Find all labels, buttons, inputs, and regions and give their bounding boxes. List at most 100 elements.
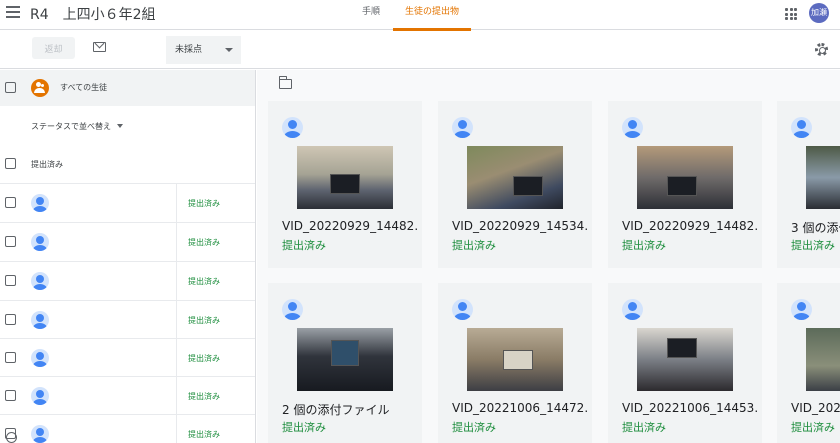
sort-dropdown[interactable]: ステータスで並べ替え xyxy=(31,121,123,132)
group-label-submitted: 提出済み xyxy=(31,160,63,169)
avatar xyxy=(452,117,473,138)
submission-card[interactable]: 2 個の添付ファイル 提出済み xyxy=(268,283,422,443)
submission-status: 提出済み xyxy=(622,421,666,434)
submission-card[interactable]: VID_20221006_14… 提出済み xyxy=(777,283,840,443)
student-list-panel: すべての生徒 ステータスで並べ替え 提出済み 提出済み 提出済み 提出済み 提出… xyxy=(0,70,256,443)
group-checkbox[interactable] xyxy=(5,158,16,169)
tab-student-work[interactable]: 生徒の提出物 xyxy=(393,0,471,31)
video-thumbnail[interactable] xyxy=(467,146,563,209)
apps-grid-icon[interactable] xyxy=(785,8,797,20)
grading-filter-value: 未採点 xyxy=(175,45,203,55)
submission-title: 2 個の添付ファイル xyxy=(282,403,390,417)
student-row[interactable]: 提出済み xyxy=(0,414,255,443)
submission-card[interactable]: 3 個の添付ファイル 提出済み xyxy=(777,101,840,268)
row-divider xyxy=(176,339,177,377)
submission-status: 提出済み xyxy=(282,421,326,434)
student-status: 提出済み xyxy=(188,354,220,363)
toolbar: 返却 未採点 xyxy=(0,31,840,69)
avatar xyxy=(282,117,303,138)
tab-instructions[interactable]: 手順 xyxy=(354,0,388,30)
gear-icon[interactable] xyxy=(815,43,828,56)
avatar xyxy=(31,194,49,212)
avatar xyxy=(622,117,643,138)
avatar xyxy=(452,299,473,320)
all-students-row[interactable]: すべての生徒 xyxy=(0,70,255,106)
top-bar: R4 上四小６年2組 手順 生徒の提出物 加瀬 xyxy=(0,0,840,31)
submission-title: 3 個の添付ファイル xyxy=(791,221,840,235)
student-checkbox[interactable] xyxy=(5,352,16,363)
submission-status: 提出済み xyxy=(791,421,835,434)
submission-status: 提出済み xyxy=(622,239,666,252)
submission-status: 提出済み xyxy=(452,421,496,434)
class-code: R4 xyxy=(30,7,49,23)
sort-label: ステータスで並べ替え xyxy=(31,122,111,131)
avatar xyxy=(31,425,49,443)
grading-filter-select[interactable]: 未採点 xyxy=(166,36,241,64)
row-divider xyxy=(176,184,177,222)
submissions-grid: VID_20220929_14482… 提出済み VID_20220929_14… xyxy=(257,70,840,443)
student-status: 提出済み xyxy=(188,392,220,401)
video-thumbnail[interactable] xyxy=(467,328,563,391)
student-checkbox[interactable] xyxy=(5,275,16,286)
submission-card[interactable]: VID_20221006_14453… 提出済み xyxy=(608,283,762,443)
submission-card[interactable]: VID_20220929_14534… 提出済み xyxy=(438,101,592,268)
scroll-indicator-icon[interactable] xyxy=(6,432,17,443)
submission-card[interactable]: VID_20220929_14482… 提出済み xyxy=(608,101,762,268)
student-row[interactable]: 提出済み xyxy=(0,222,255,261)
submission-title: VID_20221006_14… xyxy=(791,401,840,415)
avatar xyxy=(31,311,49,329)
video-thumbnail[interactable] xyxy=(297,146,393,209)
student-row[interactable]: 提出済み xyxy=(0,183,255,222)
student-checkbox[interactable] xyxy=(5,197,16,208)
avatar xyxy=(31,272,49,290)
all-students-label: すべての生徒 xyxy=(60,83,108,92)
row-divider xyxy=(176,415,177,443)
student-row[interactable]: 提出済み xyxy=(0,300,255,339)
student-row[interactable]: 提出済み xyxy=(0,261,255,300)
select-all-checkbox[interactable] xyxy=(5,82,16,93)
submission-status: 提出済み xyxy=(791,239,835,252)
video-thumbnail[interactable] xyxy=(806,146,840,209)
avatar xyxy=(791,299,812,320)
row-divider xyxy=(176,262,177,300)
submission-title: VID_20220929_14482… xyxy=(622,219,758,233)
submission-title: VID_20221006_14472… xyxy=(452,401,588,415)
submission-title: VID_20220929_14534… xyxy=(452,219,588,233)
chevron-down-icon xyxy=(117,124,123,128)
group-icon xyxy=(31,79,49,97)
submission-card[interactable]: VID_20220929_14482… 提出済み xyxy=(268,101,422,268)
account-avatar[interactable]: 加瀬 xyxy=(809,3,829,23)
row-divider xyxy=(176,301,177,339)
folder-icon[interactable] xyxy=(278,76,292,89)
submission-title: VID_20220929_14482… xyxy=(282,219,418,233)
student-status: 提出済み xyxy=(188,430,220,439)
avatar xyxy=(282,299,303,320)
submission-status: 提出済み xyxy=(282,239,326,252)
student-status: 提出済み xyxy=(188,316,220,325)
main-menu-icon[interactable] xyxy=(6,6,20,18)
class-title[interactable]: R4 上四小６年2組 xyxy=(30,4,156,24)
student-checkbox[interactable] xyxy=(5,390,16,401)
student-checkbox[interactable] xyxy=(5,236,16,247)
avatar xyxy=(31,387,49,405)
email-icon[interactable] xyxy=(93,42,106,52)
row-divider xyxy=(176,377,177,415)
student-row[interactable]: 提出済み xyxy=(0,376,255,415)
avatar xyxy=(31,349,49,367)
submission-card[interactable]: VID_20221006_14472… 提出済み xyxy=(438,283,592,443)
row-divider xyxy=(176,223,177,261)
video-thumbnail[interactable] xyxy=(637,328,733,391)
student-status: 提出済み xyxy=(188,199,220,208)
student-status: 提出済み xyxy=(188,277,220,286)
return-button[interactable]: 返却 xyxy=(32,37,75,59)
chevron-down-icon xyxy=(225,48,233,52)
student-checkbox[interactable] xyxy=(5,314,16,325)
avatar xyxy=(31,233,49,251)
submission-title: VID_20221006_14453… xyxy=(622,401,758,415)
student-row[interactable]: 提出済み xyxy=(0,338,255,377)
student-status: 提出済み xyxy=(188,238,220,247)
video-thumbnail[interactable] xyxy=(637,146,733,209)
video-thumbnail[interactable] xyxy=(806,328,840,391)
class-name: 上四小６年2組 xyxy=(62,7,156,23)
video-thumbnail[interactable] xyxy=(297,328,393,391)
